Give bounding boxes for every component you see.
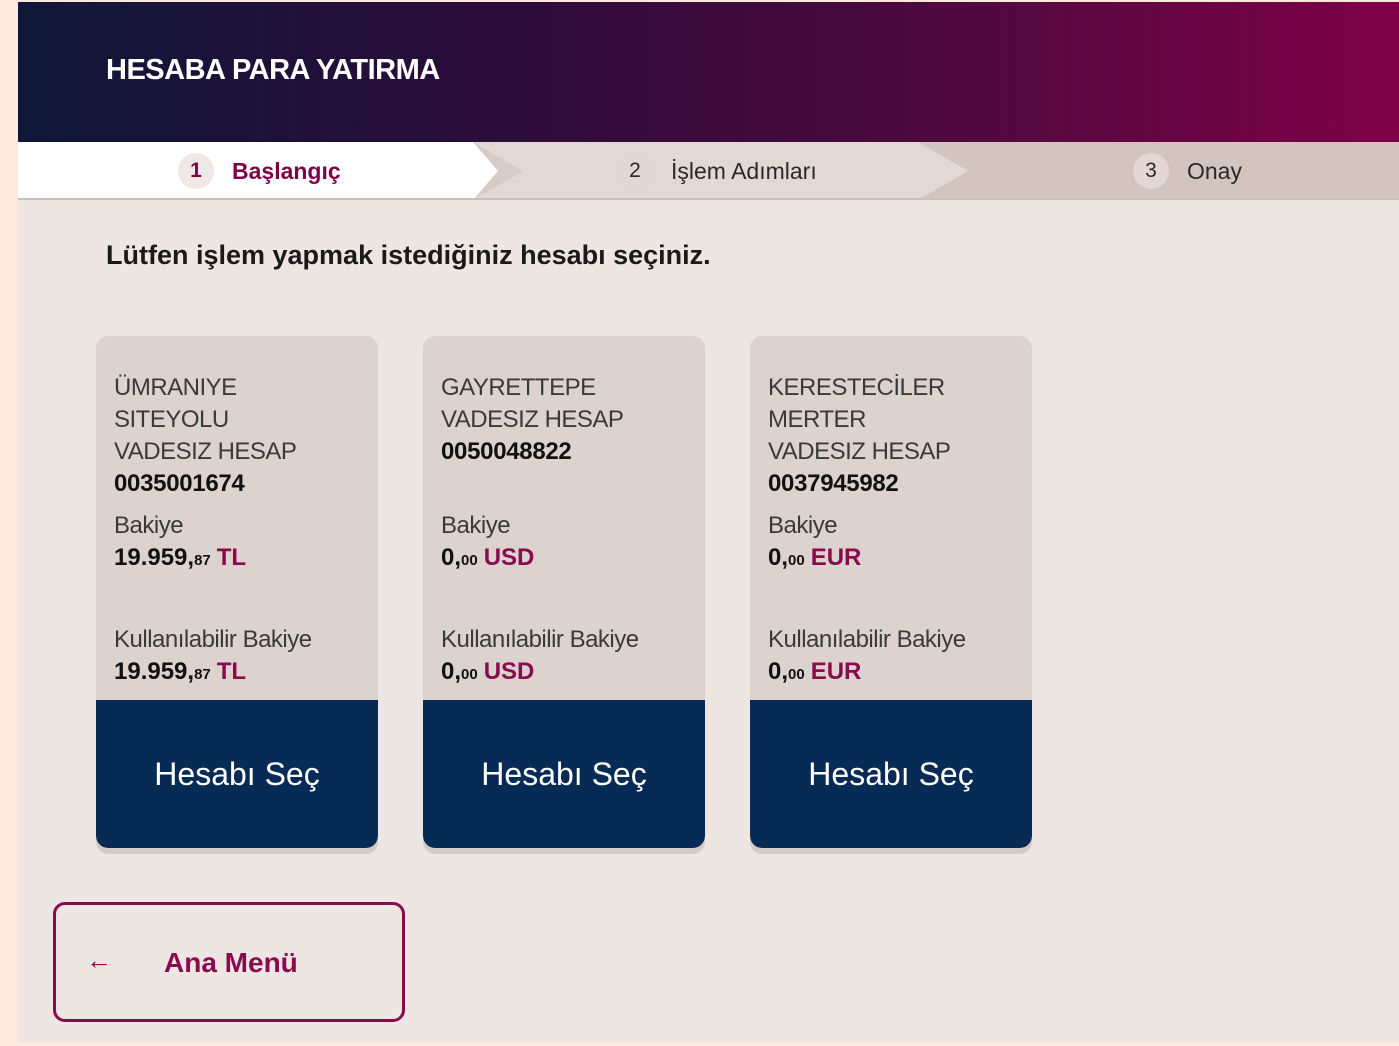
account-number: 0035001674 [114, 470, 245, 497]
available-balance-amount: 19.959,87 TL [114, 656, 372, 691]
main-menu-button[interactable]: ← Ana Menü [53, 902, 405, 1022]
balance-currency: TL [216, 544, 247, 571]
step-2-number: 2 [617, 153, 653, 189]
account-number: 0050048822 [441, 438, 572, 465]
available-decimal: 00 [461, 666, 478, 683]
balance-currency: USD [483, 544, 535, 571]
available-balance-amount: 0,00 EUR [768, 656, 1026, 691]
available-balance: Kullanılabilir Bakiye 19.959,87 TL [114, 624, 372, 691]
account-details: ÜMRANIYE SITEYOLU VADESIZ HESAP 00350016… [114, 372, 368, 577]
main-menu-label: Ana Menü [164, 947, 298, 978]
step-1-number: 1 [178, 153, 214, 189]
balance-integer: 0, [441, 544, 462, 571]
available-balance: Kullanılabilir Bakiye 0,00 EUR [768, 624, 1026, 691]
available-integer: 19.959, [114, 658, 195, 685]
balance-integer: 19.959, [114, 544, 195, 571]
available-balance-label: Kullanılabilir Bakiye [768, 626, 966, 653]
account-number: 0037945982 [768, 470, 899, 497]
account-details: KERESTECİLER MERTER VADESIZ HESAP 003794… [768, 372, 1022, 577]
balance-label: Bakiye [441, 512, 511, 539]
balance-amount: 19.959,87 TL [114, 542, 368, 577]
balance-decimal: 00 [788, 552, 805, 569]
select-account-button[interactable]: Hesabı Seç [750, 700, 1032, 848]
balance-integer: 0, [768, 544, 789, 571]
step-3: 3 Onay [1133, 142, 1242, 200]
available-currency: TL [216, 658, 247, 685]
account-card-1: ÜMRANIYE SITEYOLU VADESIZ HESAP 00350016… [96, 336, 378, 848]
step-2-label: İşlem Adımları [671, 157, 817, 184]
step-1-label: Başlangıç [232, 157, 341, 184]
select-account-button[interactable]: Hesabı Seç [96, 700, 378, 848]
balance-label: Bakiye [114, 512, 184, 539]
available-balance-label: Kullanılabilir Bakiye [114, 626, 312, 653]
account-card-3: KERESTECİLER MERTER VADESIZ HESAP 003794… [750, 336, 1032, 848]
balance-decimal: 87 [194, 552, 211, 569]
available-balance-label: Kullanılabilir Bakiye [441, 626, 639, 653]
account-name-line: SITEYOLU [114, 406, 229, 433]
step-3-number: 3 [1133, 153, 1169, 189]
balance-amount: 0,00 EUR [768, 542, 1022, 577]
available-decimal: 87 [194, 666, 211, 683]
account-name-line: MERTER [768, 406, 866, 433]
available-integer: 0, [441, 658, 462, 685]
balance-currency: EUR [810, 544, 862, 571]
available-currency: EUR [810, 658, 862, 685]
account-name-line: GAYRETTEPE [441, 374, 596, 401]
account-name-line: VADESIZ HESAP [441, 406, 624, 433]
available-balance-amount: 0,00 USD [441, 656, 699, 691]
instruction-text: Lütfen işlem yapmak istediğiniz hesabı s… [106, 240, 711, 270]
account-name-line: KERESTECİLER [768, 374, 945, 401]
balance-amount: 0,00 USD [441, 542, 695, 577]
available-decimal: 00 [788, 666, 805, 683]
arrow-left-icon: ← [86, 945, 112, 975]
header-bar: HESABA PARA YATIRMA [18, 2, 1399, 142]
account-card-2: GAYRETTEPE VADESIZ HESAP 0050048822 Baki… [423, 336, 705, 848]
step-3-label: Onay [1187, 157, 1242, 184]
available-currency: USD [483, 658, 535, 685]
available-integer: 0, [768, 658, 789, 685]
select-account-button[interactable]: Hesabı Seç [423, 700, 705, 848]
account-details: GAYRETTEPE VADESIZ HESAP 0050048822 Baki… [441, 372, 695, 577]
available-balance: Kullanılabilir Bakiye 0,00 USD [441, 624, 699, 691]
step-2: 2 İşlem Adımları [617, 142, 817, 200]
step-indicator: 1 Başlangıç 2 İşlem Adımları 3 Onay [18, 142, 1399, 200]
balance-decimal: 00 [461, 552, 478, 569]
deposit-screen: HESABA PARA YATIRMA 1 Başlangıç 2 İşlem … [18, 2, 1399, 1042]
step-1: 1 Başlangıç [178, 142, 341, 200]
balance-label: Bakiye [768, 512, 838, 539]
account-name-line: VADESIZ HESAP [114, 438, 297, 465]
account-name-line: VADESIZ HESAP [768, 438, 951, 465]
page-title: HESABA PARA YATIRMA [106, 54, 440, 86]
account-name-line: ÜMRANIYE [114, 374, 237, 401]
